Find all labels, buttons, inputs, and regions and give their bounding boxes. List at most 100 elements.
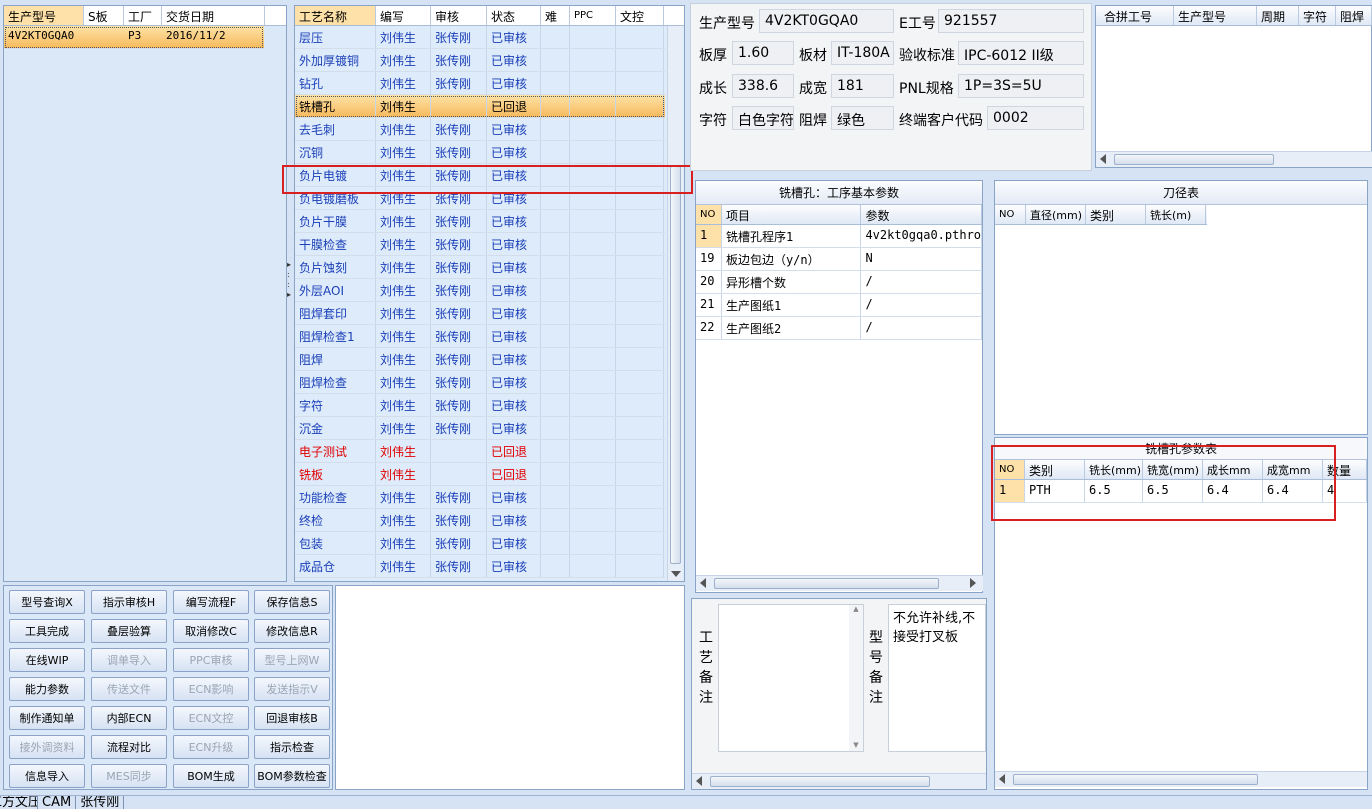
action-button[interactable]: 型号上网W	[254, 648, 330, 672]
col-difficulty[interactable]: 难	[541, 6, 570, 25]
action-button[interactable]: 取消修改C	[173, 619, 249, 643]
hscroll-thumb[interactable]	[1114, 154, 1274, 165]
process-row[interactable]: 去毛刺 刘伟生 张传刚 已审核	[295, 118, 665, 141]
action-button[interactable]: 信息导入	[9, 764, 85, 788]
col-merge-model[interactable]: 生产型号	[1174, 6, 1257, 25]
process-row[interactable]: 外加厚镀铜 刘伟生 张传刚 已审核	[295, 49, 665, 72]
action-button[interactable]: 指示检查	[254, 735, 330, 759]
process-row[interactable]: 字符 刘伟生 张传刚 已审核	[295, 394, 665, 417]
basic-row[interactable]: 19 板边包边（y/n） N	[696, 248, 982, 271]
action-button[interactable]: 指示审核H	[91, 590, 167, 614]
slot-hscroll[interactable]	[995, 771, 1367, 787]
action-button[interactable]: ECN升级	[173, 735, 249, 759]
field-width[interactable]: 181	[831, 74, 894, 98]
col-merge-mask[interactable]: 阻焊	[1336, 6, 1372, 25]
basic-row[interactable]: 1 铣槽孔程序1 4v2kt0gqa0.pthrou	[696, 225, 982, 248]
action-button[interactable]: 接外调资料	[9, 735, 85, 759]
scroll-left-icon[interactable]	[999, 774, 1005, 784]
action-button[interactable]: 能力参数	[9, 677, 85, 701]
process-row[interactable]: 干膜检查 刘伟生 张传刚 已审核	[295, 233, 665, 256]
action-button[interactable]: ECN影响	[173, 677, 249, 701]
field-standard[interactable]: IPC-6012 II级	[958, 41, 1084, 65]
process-row[interactable]: 负片干膜 刘伟生 张传刚 已审核	[295, 210, 665, 233]
process-row[interactable]: 层压 刘伟生 张传刚 已审核	[295, 26, 665, 49]
field-material[interactable]: IT-180A	[831, 41, 894, 65]
col-basic-param[interactable]: 参数	[861, 205, 982, 224]
process-row[interactable]: 阻焊套印 刘伟生 张传刚 已审核	[295, 302, 665, 325]
process-note-text[interactable]: ▲ ▼	[718, 604, 864, 752]
col-factory[interactable]: 工厂	[124, 6, 162, 25]
process-row[interactable]: 阻焊检查1 刘伟生 张传刚 已审核	[295, 325, 665, 348]
action-button[interactable]: ECN文控	[173, 706, 249, 730]
scroll-left-icon[interactable]	[696, 776, 702, 786]
basic-hscroll[interactable]	[696, 575, 983, 591]
action-button[interactable]: 修改信息R	[254, 619, 330, 643]
action-button[interactable]: 编写流程F	[173, 590, 249, 614]
col-tool-diameter[interactable]: 直径(mm)	[1026, 205, 1086, 224]
field-customer-code[interactable]: 0002	[987, 106, 1084, 130]
col-writer[interactable]: 编写	[376, 6, 431, 25]
field-pnl[interactable]: 1P=3S=5U	[958, 74, 1084, 98]
action-button[interactable]: 内部ECN	[91, 706, 167, 730]
action-button[interactable]: 型号查询X	[9, 590, 85, 614]
action-button[interactable]: 工具完成	[9, 619, 85, 643]
scroll-left-icon[interactable]	[1100, 154, 1106, 164]
field-thickness[interactable]: 1.60	[732, 41, 794, 65]
process-row[interactable]: 阻焊 刘伟生 张传刚 已审核	[295, 348, 665, 371]
process-row[interactable]: 铣槽孔 刘伟生 已回退	[295, 95, 665, 118]
process-row[interactable]: 电子测试 刘伟生 已回退	[295, 440, 665, 463]
col-merge-no[interactable]: 合拼工号	[1096, 6, 1174, 25]
field-length[interactable]: 338.6	[732, 74, 794, 98]
splitter-handle[interactable]: ▸:: ▸	[287, 260, 293, 330]
col-doc-control[interactable]: 文控	[616, 6, 664, 25]
col-ppc[interactable]: PPC	[570, 6, 616, 25]
process-row[interactable]: 铣板 刘伟生 已回退	[295, 463, 665, 486]
notes-hscroll[interactable]	[692, 773, 986, 789]
process-row[interactable]: 外层AOI 刘伟生 张传刚 已审核	[295, 279, 665, 302]
model-note-text[interactable]: 不允许补线,不接受打叉板	[888, 604, 986, 752]
col-tool-length[interactable]: 铣长(m)	[1146, 205, 1206, 224]
scroll-left-icon[interactable]	[700, 578, 706, 588]
col-merge-char[interactable]: 字符	[1299, 6, 1336, 25]
action-button[interactable]: 保存信息S	[254, 590, 330, 614]
col-basic-item[interactable]: 项目	[722, 205, 862, 224]
action-button[interactable]: 发送指示V	[254, 677, 330, 701]
col-sboard[interactable]: S板	[84, 6, 124, 25]
process-row[interactable]: 负片蚀刻 刘伟生 张传刚 已审核	[295, 256, 665, 279]
action-button[interactable]: 叠层验算	[91, 619, 167, 643]
basic-row[interactable]: 22 生产图纸2/	[696, 317, 982, 340]
action-button[interactable]: 流程对比	[91, 735, 167, 759]
col-status[interactable]: 状态	[487, 6, 541, 25]
vscroll-thumb[interactable]	[670, 166, 681, 564]
hscroll-thumb[interactable]	[714, 578, 939, 589]
action-button[interactable]: BOM参数检查	[254, 764, 330, 788]
merge-hscroll[interactable]	[1096, 151, 1372, 167]
process-row[interactable]: 功能检查 刘伟生 张传刚 已审核	[295, 486, 665, 509]
action-button[interactable]: BOM生成	[173, 764, 249, 788]
col-tool-type[interactable]: 类别	[1086, 205, 1146, 224]
scroll-right-icon[interactable]	[970, 578, 976, 588]
col-process-name[interactable]: 工艺名称	[295, 6, 376, 25]
field-character[interactable]: 白色字符	[732, 106, 794, 130]
hscroll-thumb[interactable]	[1013, 774, 1258, 785]
action-button[interactable]: 制作通知单	[9, 706, 85, 730]
action-button[interactable]: MES同步	[91, 764, 167, 788]
action-button[interactable]: 传送文件	[91, 677, 167, 701]
action-button[interactable]: 在线WIP	[9, 648, 85, 672]
col-model[interactable]: 生产型号	[4, 6, 84, 25]
basic-row[interactable]: 20 异形槽个数 /	[696, 271, 982, 294]
field-eno[interactable]: 921557	[938, 9, 1084, 33]
field-soldermask[interactable]: 绿色	[831, 106, 894, 130]
col-auditor[interactable]: 审核	[431, 6, 487, 25]
col-merge-cycle[interactable]: 周期	[1257, 6, 1299, 25]
process-row[interactable]: 钻孔 刘伟生 张传刚 已审核	[295, 72, 665, 95]
process-row[interactable]: 包装 刘伟生 张传刚 已审核	[295, 532, 665, 555]
col-basic-no[interactable]: NO	[696, 205, 722, 224]
hscroll-thumb[interactable]	[710, 776, 930, 787]
process-row[interactable]: 沉铜 刘伟生 张传刚 已审核	[295, 141, 665, 164]
note-vscroll[interactable]: ▲ ▼	[849, 605, 863, 751]
action-button[interactable]: 回退审核B	[254, 706, 330, 730]
action-button[interactable]: 调单导入	[91, 648, 167, 672]
field-model[interactable]: 4V2KT0GQA0	[759, 9, 894, 33]
process-row[interactable]: 成品仓 刘伟生 张传刚 已审核	[295, 555, 665, 578]
